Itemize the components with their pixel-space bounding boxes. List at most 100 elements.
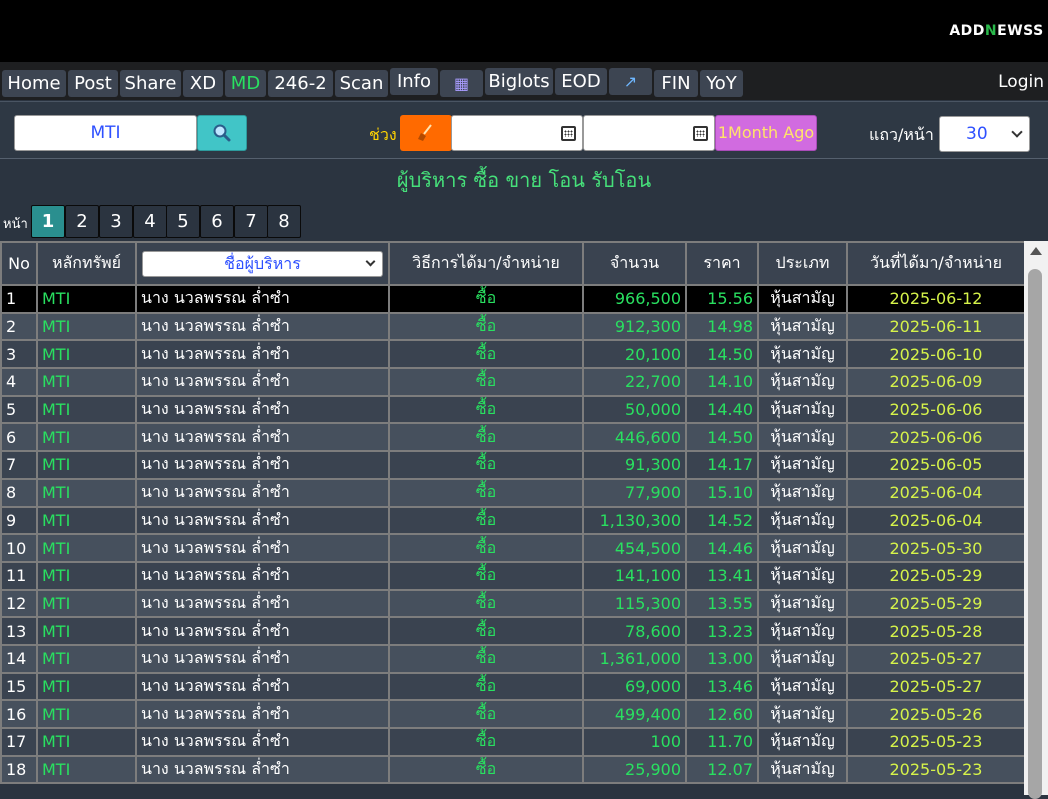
cell-qty: 100 — [582, 727, 687, 757]
table-row[interactable]: 18 MTI นาง นวลพรรณ ล่ำซำ ซื้อ 25,900 12.07 หุ้… — [0, 754, 1024, 785]
cell-price: 13.00 — [685, 643, 759, 674]
cell-date: 2025-05-29 — [846, 588, 1024, 619]
table-row[interactable]: 15 MTI นาง นวลพรรณ ล่ำซำ ซื้อ 69,000 13.46 หุ้… — [0, 671, 1024, 702]
col-header-price[interactable]: ราคา — [685, 241, 759, 286]
cell-type: หุ้นสามัญ — [757, 422, 848, 453]
cell-price: 14.40 — [685, 394, 759, 425]
cell-date: 2025-06-06 — [846, 394, 1024, 425]
cell-qty: 1,361,000 — [582, 643, 687, 674]
end-date-input[interactable] — [583, 115, 715, 151]
table-row[interactable]: 9 MTI นาง นวลพรรณ ล่ำซำ ซื้อ 1,130,300 14.52 ห… — [0, 505, 1024, 536]
nav-eod[interactable]: EOD — [555, 68, 607, 95]
col-header-qty[interactable]: จำนวน — [582, 241, 687, 286]
cell-method: ซื้อ — [388, 643, 584, 674]
nav-fin[interactable]: FIN — [654, 70, 698, 97]
table-row[interactable]: 14 MTI นาง นวลพรรณ ล่ำซำ ซื้อ 1,361,000 13.00… — [0, 643, 1024, 674]
col-header-symbol[interactable]: หลักทรัพย์ — [36, 241, 137, 286]
calendar-icon[interactable]: ▦ — [440, 70, 483, 97]
nav-md[interactable]: MD — [225, 70, 266, 97]
cell-type: หุ้นสามัญ — [757, 588, 848, 619]
cell-symbol: MTI — [36, 699, 137, 729]
login-link[interactable]: Login — [998, 72, 1044, 92]
cell-symbol: MTI — [36, 367, 137, 397]
calendar-icon[interactable] — [561, 126, 576, 141]
col-header-type[interactable]: ประเภท — [757, 241, 848, 286]
col-header-date[interactable]: วันที่ได้มา/จำหน่าย — [846, 241, 1024, 286]
page-button-2[interactable]: 2 — [65, 205, 99, 238]
cell-method: ซื้อ — [388, 699, 584, 729]
nav-home[interactable]: Home — [2, 70, 66, 97]
page-button-7[interactable]: 7 — [234, 205, 268, 238]
cell-price: 14.52 — [685, 505, 759, 536]
cell-date: 2025-06-04 — [846, 505, 1024, 536]
nav-scan[interactable]: Scan — [335, 70, 388, 97]
col-header-no[interactable]: No — [0, 241, 38, 286]
cell-name: นาง นวลพรรณ ล่ำซำ — [135, 422, 390, 453]
table-row[interactable]: 13 MTI นาง นวลพรรณ ล่ำซำ ซื้อ 78,600 13.23 หุ้… — [0, 616, 1024, 646]
table-row[interactable]: 4 MTI นาง นวลพรรณ ล่ำซำ ซื้อ 22,700 14.10 หุ้น… — [0, 367, 1024, 397]
cell-price: 14.46 — [685, 533, 759, 563]
table-row[interactable]: 5 MTI นาง นวลพรรณ ล่ำซำ ซื้อ 50,000 14.40 หุ้น… — [0, 394, 1024, 425]
symbol-search-input[interactable]: MTI — [14, 115, 197, 151]
table-row[interactable]: 3 MTI นาง นวลพรรณ ล่ำซำ ซื้อ 20,100 14.50 หุ้น… — [0, 339, 1024, 370]
vertical-scrollbar[interactable] — [1024, 241, 1048, 799]
cell-no: 7 — [0, 450, 38, 480]
cell-type: หุ้นสามัญ — [757, 505, 848, 536]
rows-per-page-value: 30 — [966, 124, 988, 144]
cell-symbol: MTI — [36, 505, 137, 536]
col-header-method[interactable]: วิธีการได้มา/จำหน่าย — [388, 241, 584, 286]
calendar-icon[interactable] — [693, 126, 708, 141]
start-date-input[interactable] — [451, 115, 583, 151]
filter-toolbar: MTI ช่วง 1Month Ago แถว/หน้า 30 — [0, 101, 1048, 159]
cell-qty: 454,500 — [582, 533, 687, 563]
table-row[interactable]: 7 MTI นาง นวลพรรณ ล่ำซำ ซื้อ 91,300 14.17 หุ้น… — [0, 450, 1024, 480]
chart-icon[interactable]: ↗ — [609, 68, 652, 95]
site-logo[interactable]: ADD N EWSS — [945, 0, 1048, 62]
nav-share[interactable]: Share — [120, 70, 181, 97]
table-row[interactable]: 8 MTI นาง นวลพรรณ ล่ำซำ ซื้อ 77,900 15.10 หุ้น… — [0, 477, 1024, 508]
search-button[interactable] — [197, 115, 247, 151]
cell-qty: 25,900 — [582, 754, 687, 785]
scroll-up-arrow-icon[interactable] — [1030, 247, 1042, 255]
nav-biglots[interactable]: Biglots — [485, 68, 553, 95]
cell-name: นาง นวลพรรณ ล่ำซำ — [135, 588, 390, 619]
nav-yoy[interactable]: YoY — [700, 70, 743, 97]
table-row[interactable]: 6 MTI นาง นวลพรรณ ล่ำซำ ซื้อ 446,600 14.50 หุ้… — [0, 422, 1024, 453]
table-row[interactable]: 16 MTI นาง นวลพรรณ ล่ำซำ ซื้อ 499,400 12.60 หุ… — [0, 699, 1024, 729]
cell-type: หุ้นสามัญ — [757, 450, 848, 480]
nav-info[interactable]: Info — [390, 68, 438, 95]
page-button-5[interactable]: 5 — [166, 205, 200, 238]
clear-dates-button[interactable] — [400, 115, 452, 151]
cell-price: 13.46 — [685, 671, 759, 702]
executive-name-select[interactable]: ชื่อผู้บริหาร — [142, 250, 383, 277]
cell-type: หุ้นสามัญ — [757, 367, 848, 397]
page-button-1[interactable]: 1 — [31, 205, 65, 238]
cell-name: นาง นวลพรรณ ล่ำซำ — [135, 505, 390, 536]
pagination: หน้า 1 2 3 4 5 6 7 8 — [0, 203, 1048, 239]
page-button-3[interactable]: 3 — [99, 205, 133, 238]
table-row[interactable]: 17 MTI นาง นวลพรรณ ล่ำซำ ซื้อ 100 11.70 หุ้นสา… — [0, 727, 1024, 757]
page-button-4[interactable]: 4 — [133, 205, 167, 238]
rows-per-page-select[interactable]: 30 — [939, 116, 1030, 152]
nav-246-2[interactable]: 246-2 — [268, 70, 333, 97]
nav-xd[interactable]: XD — [183, 70, 223, 97]
table-row[interactable]: 10 MTI นาง นวลพรรณ ล่ำซำ ซื้อ 454,500 14.46 หุ… — [0, 533, 1024, 563]
cell-name: นาง นวลพรรณ ล่ำซำ — [135, 284, 390, 314]
cell-method: ซื้อ — [388, 616, 584, 646]
table-row[interactable]: 1 MTI นาง นวลพรรณ ล่ำซำ ซื้อ 966,500 15.56 หุ้… — [0, 284, 1024, 314]
scrollbar-thumb[interactable] — [1028, 269, 1042, 799]
table-row[interactable]: 11 MTI นาง นวลพรรณ ล่ำซำ ซื้อ 141,100 13.41 หุ… — [0, 560, 1024, 591]
cell-method: ซื้อ — [388, 422, 584, 453]
cell-qty: 912,300 — [582, 311, 687, 342]
cell-no: 6 — [0, 422, 38, 453]
one-month-ago-button[interactable]: 1Month Ago — [715, 115, 817, 151]
cell-type: หุ้นสามัญ — [757, 533, 848, 563]
page-button-8[interactable]: 8 — [267, 205, 301, 238]
nav-post[interactable]: Post — [68, 70, 118, 97]
table-row[interactable]: 12 MTI นาง นวลพรรณ ล่ำซำ ซื้อ 115,300 13.55 หุ… — [0, 588, 1024, 619]
page-button-6[interactable]: 6 — [200, 205, 234, 238]
cell-name: นาง นวลพรรณ ล่ำซำ — [135, 339, 390, 370]
cell-symbol: MTI — [36, 560, 137, 591]
cell-symbol: MTI — [36, 727, 137, 757]
table-row[interactable]: 2 MTI นาง นวลพรรณ ล่ำซำ ซื้อ 912,300 14.98 หุ้… — [0, 311, 1024, 342]
